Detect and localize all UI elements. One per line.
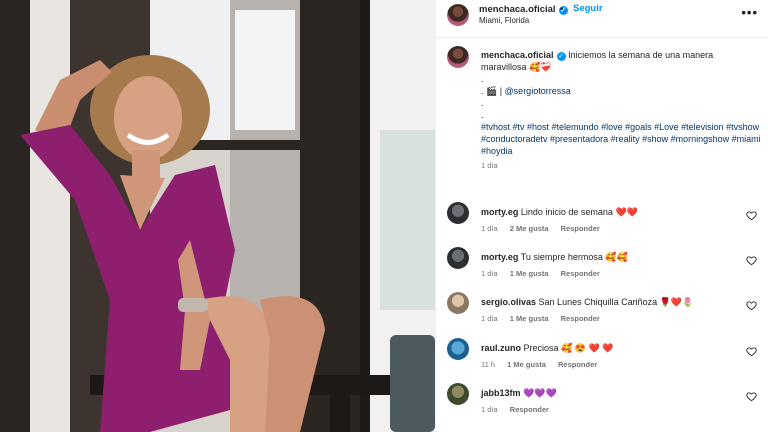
comment-meta: 1 día 1 Me gusta Responder bbox=[481, 314, 610, 323]
caption-body: menchaca.oficial ✓ Iniciemos la semana de… bbox=[481, 49, 761, 172]
comment-likes[interactable]: 2 Me gusta bbox=[510, 224, 549, 233]
reply-button[interactable]: Responder bbox=[558, 360, 597, 369]
caption-avatar[interactable] bbox=[447, 46, 469, 68]
comment-text: raul.zuno Preciosa 🥰 😍 ❤️ ❤️ bbox=[481, 342, 741, 354]
more-options-icon[interactable]: ••• bbox=[741, 5, 758, 20]
comment-emojis: ❤️❤️ bbox=[615, 207, 638, 217]
comment-username[interactable]: morty.eg bbox=[481, 252, 518, 262]
follow-button[interactable]: Seguir bbox=[573, 3, 603, 14]
post-side-panel: menchaca.oficial ✓ • Seguir Miami, Florid… bbox=[435, 0, 768, 432]
reply-button[interactable]: Responder bbox=[561, 224, 600, 233]
comment-time[interactable]: 1 día bbox=[481, 314, 498, 323]
comment-item: raul.zuno Preciosa 🥰 😍 ❤️ ❤️ 11 h 1 Me g… bbox=[436, 338, 768, 378]
comment-meta: 1 día 2 Me gusta Responder bbox=[481, 224, 610, 233]
post-image bbox=[0, 0, 435, 432]
verified-badge-icon: ✓ bbox=[556, 52, 566, 61]
reply-button[interactable]: Responder bbox=[510, 405, 549, 414]
caption-username[interactable]: menchaca.oficial bbox=[481, 50, 554, 60]
comment-username[interactable]: jabb13fm bbox=[481, 388, 521, 398]
author-username[interactable]: menchaca.oficial ✓ bbox=[479, 4, 568, 15]
comment-text: sergio.olivas San Lunes Chiquilla Cariño… bbox=[481, 296, 741, 308]
commenter-avatar[interactable] bbox=[447, 338, 469, 360]
comment-body: Tu siempre hermosa bbox=[520, 252, 603, 262]
comment-time[interactable]: 1 día bbox=[481, 224, 498, 233]
post-photo[interactable] bbox=[0, 0, 435, 432]
like-heart-icon[interactable] bbox=[746, 346, 757, 357]
like-heart-icon[interactable] bbox=[746, 300, 757, 311]
comment-time[interactable]: 11 h bbox=[481, 360, 495, 369]
comment-body: San Lunes Chiquilla Cariñoza bbox=[538, 297, 658, 307]
caption-text-line2: maravillosa bbox=[481, 62, 527, 72]
comment-item: morty.eg Lindo inicio de semana ❤️❤️ 1 d… bbox=[436, 202, 768, 242]
author-avatar[interactable] bbox=[447, 4, 469, 26]
caption-dot: . bbox=[481, 98, 484, 108]
comment-likes[interactable]: 1 Me gusta bbox=[510, 269, 549, 278]
caption-dot: . bbox=[481, 110, 484, 120]
comment-time[interactable]: 1 día bbox=[481, 269, 498, 278]
comment-emojis: 💜💜💜 bbox=[523, 388, 557, 398]
reply-button[interactable]: Responder bbox=[561, 314, 600, 323]
comment-time[interactable]: 1 día bbox=[481, 405, 498, 414]
post-header: menchaca.oficial ✓ • Seguir Miami, Florid… bbox=[436, 0, 768, 38]
reply-button[interactable]: Responder bbox=[561, 269, 600, 278]
commenter-avatar[interactable] bbox=[447, 202, 469, 224]
comment-emojis: 🥰 😍 ❤️ ❤️ bbox=[561, 343, 614, 353]
commenter-avatar[interactable] bbox=[447, 292, 469, 314]
comment-text: morty.eg Tu siempre hermosa 🥰🥰 bbox=[481, 251, 741, 263]
comment-emojis: 🥰🥰 bbox=[605, 252, 628, 262]
like-heart-icon[interactable] bbox=[746, 210, 757, 221]
commenter-avatar[interactable] bbox=[447, 383, 469, 405]
comment-item: sergio.olivas San Lunes Chiquilla Cariño… bbox=[436, 292, 768, 332]
comment-item: morty.eg Tu siempre hermosa 🥰🥰 1 día 1 M… bbox=[436, 247, 768, 287]
post-location[interactable]: Miami, Florida bbox=[479, 16, 529, 25]
comment-username[interactable]: morty.eg bbox=[481, 207, 518, 217]
comment-body: Lindo inicio de semana bbox=[520, 207, 613, 217]
comment-likes[interactable]: 1 Me gusta bbox=[507, 360, 546, 369]
comment-meta: 1 día Responder bbox=[481, 405, 559, 414]
comment-emojis: 🌹❤️🌷 bbox=[659, 297, 694, 307]
comment-text: jabb13fm 💜💜💜 bbox=[481, 387, 741, 399]
like-heart-icon[interactable] bbox=[746, 255, 757, 266]
caption-dot: . bbox=[481, 74, 484, 84]
comment-body: Preciosa bbox=[523, 343, 559, 353]
caption-emojis: 🥰❤️‍🩹 bbox=[529, 62, 552, 72]
caption-credit-prefix: . 🎬 | bbox=[481, 86, 505, 96]
caption-hashtags[interactable]: #tvhost #tv #host #telemundo #love #goal… bbox=[481, 121, 761, 157]
caption-text-line1: Iniciemos la semana de una manera bbox=[568, 50, 714, 60]
comment-meta: 11 h 1 Me gusta Responder bbox=[481, 360, 607, 369]
comment-meta: 1 día 1 Me gusta Responder bbox=[481, 269, 610, 278]
credit-mention-link[interactable]: @sergiotorressa bbox=[505, 86, 571, 96]
caption-time[interactable]: 1 día bbox=[481, 160, 761, 172]
comment-text: morty.eg Lindo inicio de semana ❤️❤️ bbox=[481, 206, 741, 218]
like-heart-icon[interactable] bbox=[746, 391, 757, 402]
comment-username[interactable]: raul.zuno bbox=[481, 343, 521, 353]
comment-likes[interactable]: 1 Me gusta bbox=[510, 314, 549, 323]
separator-dot: • bbox=[560, 4, 564, 15]
comment-item: jabb13fm 💜💜💜 1 día Responder bbox=[436, 383, 768, 423]
comment-username[interactable]: sergio.olivas bbox=[481, 297, 536, 307]
commenter-avatar[interactable] bbox=[447, 247, 469, 269]
